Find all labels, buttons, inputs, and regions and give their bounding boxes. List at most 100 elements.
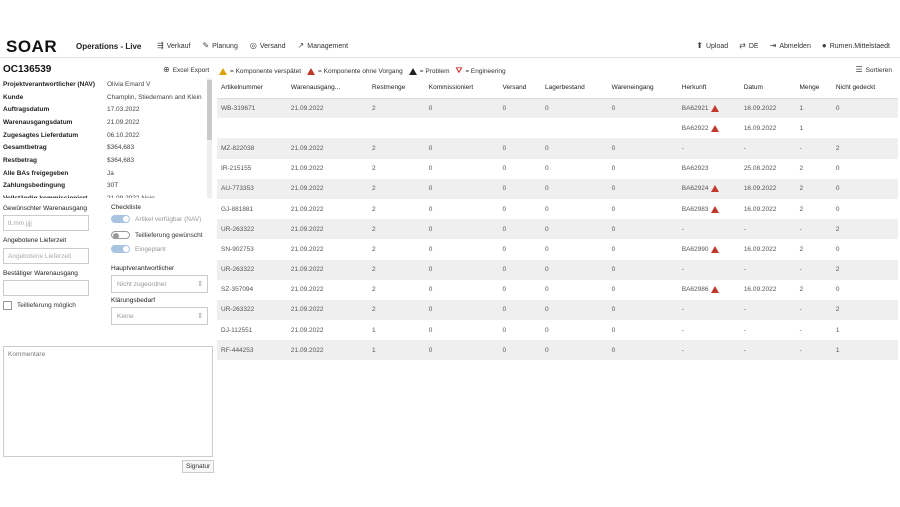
- column-header[interactable]: Restmenge: [368, 78, 425, 99]
- column-header[interactable]: Menge: [795, 78, 832, 99]
- detail-key: Zugesagtes Lieferdatum: [3, 131, 79, 139]
- table-cell: 0: [607, 219, 678, 240]
- table-row[interactable]: DJ-112551 21.09.2022 1 0 0 0 0 - - - 1: [217, 320, 898, 340]
- table-cell: 21.09.2022: [286, 259, 369, 280]
- column-header[interactable]: Herkunft: [677, 78, 740, 99]
- table-cell: 0: [544, 326, 549, 334]
- table-row[interactable]: SN-902753 21.09.2022 2 0 0 0 0 BA62990 16.09.202…: [217, 239, 898, 259]
- table-cell: 0: [544, 205, 549, 213]
- table-cell: 0: [611, 245, 616, 253]
- table-cell: 0: [611, 326, 616, 334]
- nav-verkauf[interactable]: ⇶ Verkauf: [157, 42, 190, 50]
- nav-management[interactable]: ↗ Management: [298, 42, 349, 50]
- column-header[interactable]: Artikelnummer: [217, 78, 287, 99]
- table-row[interactable]: BA62922 16.09.2022 1: [217, 118, 898, 138]
- table-cell: 2: [372, 165, 376, 173]
- nav-label: Management: [307, 42, 349, 50]
- sort-button[interactable]: ☰ Sortieren: [855, 66, 892, 74]
- wunsch-date-input[interactable]: tt.mm.jjjj: [3, 215, 89, 231]
- table-row[interactable]: AU-773353 21.09.2022 2 0 0 0 0 BA62924 16.09.202…: [217, 178, 898, 199]
- klaerung-select[interactable]: Keine ⇕: [111, 307, 208, 325]
- table-cell: 16.09.2022: [743, 245, 777, 253]
- toggle-teillieferung[interactable]: Teillieferung gewünscht: [111, 231, 203, 239]
- wunsch-label: Gewünschter Warenausgang: [3, 205, 87, 212]
- column-header[interactable]: Versand: [498, 78, 541, 99]
- nav-rumen-mittelstaedt[interactable]: ● Rumen.Mittelstaedt: [822, 42, 890, 50]
- nav-abmelden[interactable]: ⇥ Abmelden: [770, 42, 811, 50]
- excel-export-button[interactable]: ⊕ Excel Export: [163, 66, 209, 74]
- language-icon: ⇄: [739, 41, 746, 50]
- table-cell: 0: [544, 165, 549, 173]
- nav-upload[interactable]: ⬆ Upload: [696, 42, 728, 50]
- upload-icon: ⬆: [696, 41, 703, 50]
- detail-row: Zugesagtes Lieferdatum 06.10.2022: [3, 129, 208, 142]
- table-cell: [832, 118, 898, 138]
- detail-value: Ja: [107, 169, 114, 177]
- bestaetigt-input[interactable]: [3, 280, 89, 296]
- table-cell: 2: [799, 205, 804, 213]
- toggle-artikel-verfuegbar[interactable]: Artikel verfügbar (NAV): [111, 215, 201, 223]
- table-cell: 1: [799, 124, 804, 132]
- haupt-select[interactable]: Nicht zugeordnet ⇕: [111, 275, 208, 293]
- details-scrollbar[interactable]: [207, 78, 212, 198]
- toggle-eingeplant[interactable]: Eingeplant: [111, 245, 166, 253]
- table-cell: 2: [831, 299, 898, 321]
- table-cell: 0: [424, 178, 499, 199]
- table-cell: UR-263322: [217, 259, 287, 280]
- angebot-input[interactable]: Angebotene Lieferzeit: [3, 248, 89, 264]
- table-cell: 2: [831, 138, 898, 159]
- table-row[interactable]: WB-319671 21.09.2022 2 0 0 0 0 BA62921 16.09.202…: [217, 98, 898, 119]
- table-cell: 2: [368, 299, 425, 321]
- haupt-label: Hauptverantwortlicher: [111, 265, 175, 272]
- table-row[interactable]: RF-444253 21.09.2022 1 0 0 0 0- - -1: [217, 340, 898, 361]
- table-cell: 21.09.2022: [286, 219, 369, 240]
- table-cell: -: [795, 340, 832, 361]
- table-row[interactable]: GJ-881881 21.09.2022 2 0 0 0 0 BA62983 16.09.202…: [217, 199, 898, 219]
- herkunft-cell: BA62986: [682, 286, 740, 294]
- table-row[interactable]: UR-263322 21.09.2022 2 0 0 0 0- - -2: [217, 219, 898, 240]
- top-navbar: SOAR Operations - Live ⇶ Verkauf ✎ Planung ◎…: [0, 34, 900, 58]
- comments-textarea[interactable]: Kommentare: [3, 346, 213, 457]
- column-header[interactable]: Kommissioniert: [424, 78, 499, 99]
- table-cell: 0: [607, 178, 678, 199]
- table-row[interactable]: UR-263322 21.09.2022 2 0 0 0 0- - -2: [217, 259, 898, 280]
- download-icon: ⊕: [163, 65, 170, 74]
- detail-key: Auftragsdatum: [3, 106, 50, 114]
- nav-de[interactable]: ⇄ DE: [739, 42, 758, 50]
- table-cell: 0: [502, 286, 507, 294]
- table-cell: BA62922: [678, 118, 740, 138]
- table-row[interactable]: SZ-357094 21.09.2022 2 0 0 0 0 BA62986 16.09.202…: [217, 280, 898, 300]
- column-header[interactable]: Warenausgang...: [286, 78, 369, 99]
- table-cell: 0: [611, 286, 616, 294]
- table-cell: 0: [498, 219, 541, 240]
- table-cell: 0: [540, 219, 608, 240]
- column-header[interactable]: Nicht gedeckt: [831, 78, 898, 99]
- table-cell: 2: [799, 165, 804, 173]
- table-cell: RF-444253: [217, 340, 287, 361]
- nav-label: Planung: [212, 42, 238, 50]
- nav-versand[interactable]: ◎ Versand: [250, 42, 286, 50]
- table-cell: 0: [540, 340, 608, 361]
- warning-problem-icon: [408, 67, 417, 75]
- table-row[interactable]: IR-215155 21.09.2022 2 0 0 0 0 BA62923 25.08.202…: [217, 159, 898, 179]
- table-cell: 21.09.2022: [290, 205, 324, 213]
- column-header[interactable]: Wareneingang: [607, 78, 678, 99]
- warning-icon: [710, 124, 719, 132]
- column-header[interactable]: Datum: [739, 78, 796, 99]
- herkunft-cell: BA62924: [682, 185, 740, 193]
- soar-logo[interactable]: SOAR: [6, 37, 57, 57]
- table-cell: -: [739, 259, 796, 280]
- table-cell: 2: [368, 219, 425, 240]
- bestaetigt-label: Bestätiger Warenausgang: [3, 270, 78, 277]
- table-cell: BA62923: [681, 165, 709, 173]
- signature-button[interactable]: Signatur: [182, 460, 215, 473]
- table-row[interactable]: MZ-822038 21.09.2022 2 0 0 0 0- - -2: [217, 138, 898, 159]
- column-header[interactable]: Lagerbestand: [540, 78, 608, 99]
- nav-planung[interactable]: ✎ Planung: [202, 42, 237, 50]
- warning-noprocess-icon: [307, 67, 316, 75]
- table-row[interactable]: UR-263322 21.09.2022 2 0 0 0 0- - -2: [217, 299, 898, 321]
- main-nav: ⇶ Verkauf ✎ Planung ◎ Versand ↗ Management: [157, 42, 348, 50]
- table-cell: 2: [831, 259, 898, 280]
- table-cell: 0: [835, 205, 840, 213]
- teillieferung-checkbox[interactable]: Teillieferung möglich: [3, 301, 76, 310]
